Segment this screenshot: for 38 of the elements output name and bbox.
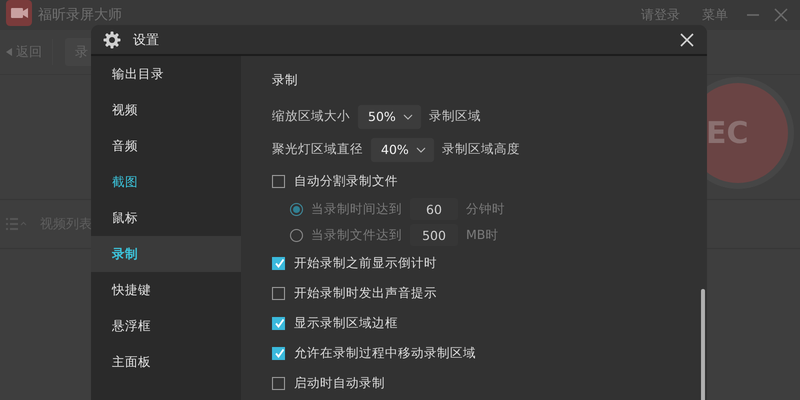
sidebar-item[interactable]: 录制 (91, 236, 241, 272)
checkbox[interactable] (272, 174, 285, 188)
sidebar-item[interactable]: 输出目录 (91, 56, 241, 92)
sidebar-item[interactable]: 主面板 (91, 344, 241, 380)
section-title: 录制 (272, 72, 299, 89)
radio-label: 当录制文件达到 (311, 226, 402, 244)
setting-label: 录制区域高度 (442, 141, 520, 158)
sidebar-item[interactable]: 截图 (91, 164, 241, 200)
chevron-down-icon (416, 146, 426, 152)
dropdown[interactable]: 40% (371, 138, 434, 162)
checkbox-label: 自动分割录制文件 (294, 172, 398, 190)
checkbox-label: 显示录制区域边框 (294, 314, 398, 332)
back-arrow-icon (6, 48, 12, 56)
checkbox-label: 启动时自动录制 (294, 374, 385, 392)
dialog-title: 设置 (133, 32, 159, 48)
dropdown[interactable]: 50% (358, 104, 421, 128)
settings-icon (103, 30, 121, 48)
checkbox[interactable] (272, 256, 285, 270)
checkbox[interactable] (272, 286, 285, 300)
checkbox-label: 开始录制之前显示倒计时 (294, 254, 437, 272)
checkbox[interactable] (272, 346, 285, 360)
checkbox-label: 开始录制时发出声音提示 (294, 284, 437, 302)
sidebar-item[interactable]: 悬浮框 (91, 308, 241, 344)
checkbox[interactable] (272, 376, 285, 390)
sidebar-item[interactable]: 音频 (91, 128, 241, 164)
setting-label: 聚光灯区域直径 (272, 141, 363, 158)
chevron-down-icon (403, 114, 413, 120)
setting-label: 录制区域 (429, 108, 481, 125)
sidebar-item[interactable]: 鼠标 (91, 200, 241, 236)
sidebar-item[interactable]: 视频 (91, 92, 241, 128)
sidebar-item[interactable]: 快捷键 (91, 272, 241, 308)
unit-label: MB时 (466, 226, 498, 244)
checkbox-label: 允许在录制过程中移动录制区域 (294, 344, 476, 362)
radio-label: 当录制时间达到 (311, 200, 402, 218)
scrollbar[interactable] (701, 289, 705, 400)
checkbox[interactable] (272, 316, 285, 330)
setting-label: 缩放区域大小 (272, 108, 350, 125)
unit-label: 分钟时 (466, 200, 505, 218)
